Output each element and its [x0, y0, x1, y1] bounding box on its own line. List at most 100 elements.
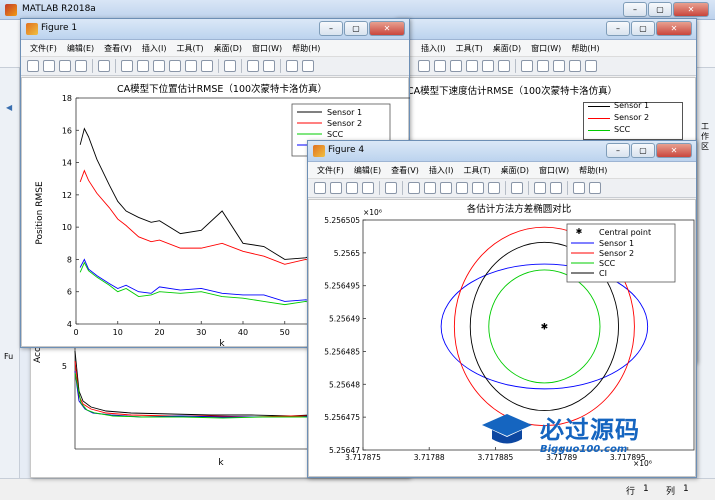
fig3-series-sensor1 — [74, 350, 312, 417]
matlab-close-button[interactable]: ✕ — [673, 2, 709, 17]
print-icon[interactable] — [75, 60, 87, 72]
fig4-close-button[interactable]: ✕ — [656, 143, 692, 158]
colorbar-icon[interactable] — [534, 182, 546, 194]
fig2-menu-item[interactable]: 帮助(H) — [566, 40, 604, 57]
save-icon[interactable] — [346, 182, 358, 194]
legend-icon[interactable] — [553, 60, 565, 72]
fig2-menu-item[interactable]: 窗口(W) — [526, 40, 566, 57]
save-icon[interactable] — [59, 60, 71, 72]
fig1-menu-help[interactable]: 帮助(H) — [287, 40, 325, 57]
zoom-out-icon[interactable] — [424, 182, 436, 194]
fig4-menu-window[interactable]: 窗口(W) — [534, 162, 574, 179]
link-icon[interactable] — [224, 60, 236, 72]
separator — [241, 59, 242, 73]
fig4-toolbar — [308, 179, 696, 198]
fig1-minimize-button[interactable]: – — [319, 21, 343, 36]
fig1-y-tick-label: 8 — [67, 255, 72, 264]
zoom-out-icon[interactable] — [137, 60, 149, 72]
fig4-y-tick-label: 5.256485 — [324, 347, 360, 356]
figure-4-titlebar[interactable]: Figure 4 – ▢ ✕ — [308, 141, 696, 162]
dock-icon[interactable] — [585, 60, 597, 72]
fig1-x-tick-label: 40 — [238, 328, 248, 337]
fig1-menu-tools[interactable]: 工具(T) — [171, 40, 208, 57]
colorbar-icon[interactable] — [247, 60, 259, 72]
fig1-y-tick-label: 12 — [62, 191, 72, 200]
legend-icon[interactable] — [550, 182, 562, 194]
pointer-icon[interactable] — [98, 60, 110, 72]
fig1-menu-file[interactable]: 文件(F) — [25, 40, 62, 57]
fig1-menu-view[interactable]: 查看(V) — [99, 40, 137, 57]
watermark: 必过源码 Bigguo100.com — [478, 408, 698, 468]
datatip-icon[interactable] — [472, 182, 484, 194]
brush-icon[interactable] — [498, 60, 510, 72]
fig2-menu-item[interactable]: 插入(I) — [416, 40, 451, 57]
rotate-icon[interactable] — [456, 182, 468, 194]
fig4-menu-desktop[interactable]: 桌面(D) — [496, 162, 534, 179]
fig1-y-tick-label: 6 — [67, 288, 72, 297]
watermark-url: Bigguo100.com — [540, 444, 628, 455]
figure-2-titlebar[interactable]: – ▢ ✕ — [396, 19, 696, 40]
link-icon[interactable] — [521, 60, 533, 72]
legend-swatch-sensor1 — [588, 106, 610, 107]
fig4-menu-help[interactable]: 帮助(H) — [574, 162, 612, 179]
hide-tools-icon[interactable] — [569, 60, 581, 72]
graduation-cap-svg — [482, 414, 532, 444]
brush-icon[interactable] — [201, 60, 213, 72]
fig4-minimize-button[interactable]: – — [606, 143, 630, 158]
matlab-maximize-button[interactable]: ▢ — [648, 2, 672, 17]
left-collapse-arrow-icon[interactable]: ◀ — [6, 103, 12, 112]
dock-icon[interactable] — [302, 60, 314, 72]
new-figure-icon[interactable] — [27, 60, 39, 72]
fig4-menu-view[interactable]: 查看(V) — [386, 162, 424, 179]
brush-icon[interactable] — [488, 182, 500, 194]
left-panel-fragment: Fu — [4, 352, 14, 361]
fig2-maximize-button[interactable]: ▢ — [631, 21, 655, 36]
datatip-icon[interactable] — [482, 60, 494, 72]
separator — [402, 181, 403, 195]
rotate-icon[interactable] — [466, 60, 478, 72]
hide-tools-icon[interactable] — [286, 60, 298, 72]
datatip-icon[interactable] — [185, 60, 197, 72]
fig1-close-button[interactable]: ✕ — [369, 21, 405, 36]
colorbar-icon[interactable] — [537, 60, 549, 72]
zoom-in-icon[interactable] — [408, 182, 420, 194]
fig3-xlabel: k — [218, 458, 224, 468]
print-icon[interactable] — [362, 182, 374, 194]
rotate-icon[interactable] — [169, 60, 181, 72]
figure-1-titlebar[interactable]: Figure 1 – ▢ ✕ — [21, 19, 409, 40]
fig4-menu-insert[interactable]: 插入(I) — [424, 162, 459, 179]
zoom-out-icon[interactable] — [434, 60, 446, 72]
fig1-menu-desktop[interactable]: 桌面(D) — [209, 40, 247, 57]
status-row-label: 行 — [626, 487, 636, 497]
fig4-menu-file[interactable]: 文件(F) — [312, 162, 349, 179]
zoom-in-icon[interactable] — [121, 60, 133, 72]
matlab-logo-icon — [5, 4, 17, 16]
fig1-menubar: 文件(F) 编辑(E) 查看(V) 插入(I) 工具(T) 桌面(D) 窗口(W) 帮助(H) — [21, 40, 409, 57]
pan-icon[interactable] — [153, 60, 165, 72]
zoom-in-icon[interactable] — [418, 60, 430, 72]
open-icon[interactable] — [330, 182, 342, 194]
fig1-menu-edit[interactable]: 编辑(E) — [62, 40, 99, 57]
pan-icon[interactable] — [440, 182, 452, 194]
pointer-icon[interactable] — [385, 182, 397, 194]
fig1-maximize-button[interactable]: ▢ — [344, 21, 368, 36]
right-panel: 工作区 — [695, 68, 715, 478]
new-figure-icon[interactable] — [314, 182, 326, 194]
dock-icon[interactable] — [589, 182, 601, 194]
matlab-minimize-button[interactable]: – — [623, 2, 647, 17]
fig4-maximize-button[interactable]: ▢ — [631, 143, 655, 158]
fig4-menu-edit[interactable]: 编辑(E) — [349, 162, 386, 179]
open-icon[interactable] — [43, 60, 55, 72]
fig2-menu-item[interactable]: 工具(T) — [451, 40, 488, 57]
hide-tools-icon[interactable] — [573, 182, 585, 194]
fig1-menu-insert[interactable]: 插入(I) — [137, 40, 172, 57]
fig4-menu-tools[interactable]: 工具(T) — [458, 162, 495, 179]
workspace-tab[interactable]: 工作区 — [701, 122, 711, 152]
legend-icon[interactable] — [263, 60, 275, 72]
fig2-minimize-button[interactable]: – — [606, 21, 630, 36]
pan-icon[interactable] — [450, 60, 462, 72]
fig1-menu-window[interactable]: 窗口(W) — [247, 40, 287, 57]
link-icon[interactable] — [511, 182, 523, 194]
fig2-menu-item[interactable]: 桌面(D) — [488, 40, 526, 57]
fig2-close-button[interactable]: ✕ — [656, 21, 692, 36]
